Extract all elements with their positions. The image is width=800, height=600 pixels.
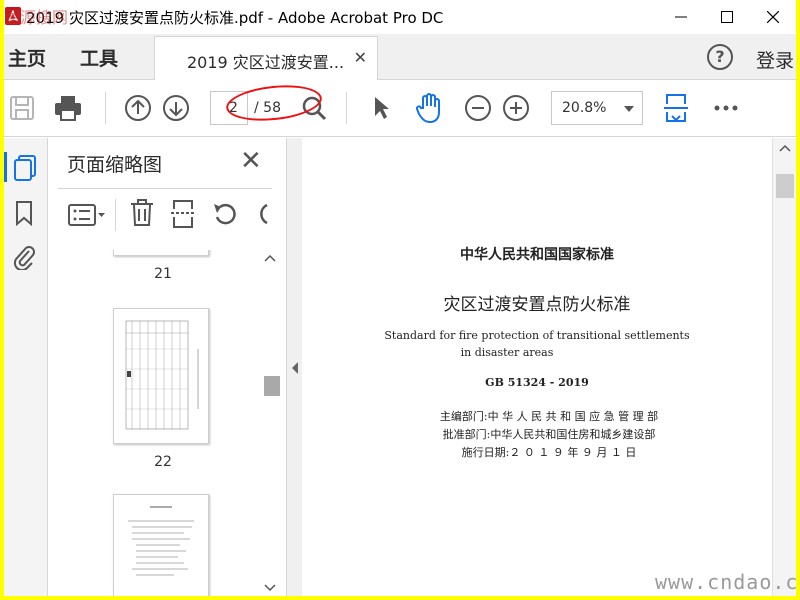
minimize-icon — [675, 16, 687, 18]
window-title: 2019 灾区过渡安置点防火标准.pdf - Adobe Acrobat Pro… — [26, 9, 444, 27]
pdf-page: 中华人民共和国国家标准 灾区过渡安置点防火标准 Standard for fir… — [302, 138, 772, 596]
panel-divider — [115, 199, 116, 231]
zoom-out-icon — [465, 95, 491, 121]
next-page-button[interactable] — [160, 92, 192, 124]
hand-icon — [415, 93, 440, 124]
thumbnail-table-preview — [125, 320, 199, 430]
thumbnail-list[interactable]: 21 22 — [58, 250, 263, 596]
previous-page-button[interactable] — [122, 92, 154, 124]
zoom-value: 20.8% — [562, 100, 607, 116]
maximize-icon — [721, 11, 733, 23]
bookmark-icon — [16, 201, 32, 227]
active-indicator — [4, 152, 7, 182]
printer-icon — [55, 96, 81, 121]
page-thumbnails-icon — [14, 155, 36, 181]
select-tool-button[interactable] — [366, 92, 398, 124]
panel-title: 页面缩略图 — [67, 154, 163, 176]
chevron-left-icon — [292, 362, 298, 374]
minimize-button[interactable] — [658, 0, 704, 34]
zoom-in-button[interactable] — [500, 92, 532, 124]
doc-effective-date: 施行日期:２ ０ １ ９ 年 ９ 月 １ 日 — [461, 446, 637, 459]
chevron-down-icon — [624, 106, 634, 112]
page-thumbnail[interactable] — [113, 494, 209, 596]
hand-tool-button[interactable] — [414, 92, 446, 124]
doc-title: 灾区过渡安置点防火标准 — [443, 295, 631, 315]
close-icon — [767, 11, 779, 23]
document-tab-label: 2019 灾区过渡安置... — [187, 53, 345, 72]
page-number-label: 22 — [154, 454, 172, 470]
panel-close-icon[interactable]: ✕ — [240, 146, 262, 176]
panel-toolbar — [58, 188, 272, 240]
help-icon[interactable]: ? — [707, 44, 733, 70]
panel-collapse-handle[interactable] — [287, 138, 302, 596]
maximize-button[interactable] — [704, 0, 750, 34]
scroll-up-icon[interactable] — [779, 144, 791, 152]
toolbar-divider — [346, 92, 347, 124]
menu-tools[interactable]: 工具 — [80, 44, 118, 71]
thumbnails-panel: 页面缩略图 ✕ 21 22 — [48, 138, 287, 596]
print-button[interactable] — [52, 92, 84, 124]
tab-close-icon[interactable]: ✕ — [354, 48, 367, 67]
delete-pages-button[interactable] — [130, 199, 154, 231]
cursor-arrow-icon — [375, 97, 389, 119]
menu-home[interactable]: 主页 — [8, 44, 46, 71]
document-view[interactable]: 中华人民共和国国家标准 灾区过渡安置点防火标准 Standard for fir… — [302, 138, 772, 596]
document-scrollbar[interactable] — [772, 138, 796, 596]
rotate-ccw-icon — [214, 203, 236, 225]
fit-page-icon — [664, 94, 688, 122]
acrobat-window: 2019 灾区过渡安置点防火标准.pdf - Adobe Acrobat Pro… — [4, 0, 796, 596]
more-icon — [714, 105, 738, 111]
scroll-down-icon[interactable] — [264, 584, 276, 592]
panel-scroll-thumb[interactable] — [264, 376, 280, 396]
options-menu-icon — [68, 204, 105, 226]
page-fit-button[interactable] — [660, 92, 692, 124]
document-tab[interactable]: 2019 灾区过渡安置... ✕ — [154, 36, 378, 80]
title-bar: 2019 灾区过渡安置点防火标准.pdf - Adobe Acrobat Pro… — [4, 0, 796, 34]
doc-standard-code: GB 51324 - 2019 — [485, 376, 589, 389]
tab-bar: 主页 工具 2019 灾区过渡安置... ✕ ? 登录 — [4, 34, 796, 80]
document-scroll-thumb[interactable] — [776, 174, 794, 198]
toolbar: 2 / 58 20.8% — [4, 80, 796, 137]
paperclip-icon — [13, 246, 35, 272]
page-thumbnail[interactable] — [113, 250, 209, 256]
more-tools-button[interactable] — [710, 92, 742, 124]
close-window-button[interactable] — [750, 0, 796, 34]
watermark-site: www.cndao.com — [655, 570, 800, 594]
doc-approval-department: 批准部门:中华人民共和国住房和城乡建设部 — [442, 428, 656, 441]
toolbar-divider — [105, 92, 106, 124]
page-thumbnail[interactable] — [113, 308, 209, 444]
page-number-label: 21 — [154, 266, 172, 282]
thumbnail-text-preview — [128, 506, 194, 576]
arrow-up-circle-icon — [125, 95, 151, 121]
doc-english-title-line2: in disaster areas — [460, 346, 554, 359]
watermark-logo: 图源搜网 — [4, 8, 69, 27]
doc-english-title-line1: Standard for fire protection of transiti… — [384, 329, 690, 342]
arrow-down-circle-icon — [163, 95, 189, 121]
page-thumbnails-button[interactable] — [12, 154, 38, 186]
trash-icon — [131, 199, 153, 226]
split-pages-button[interactable] — [170, 199, 196, 233]
scroll-up-icon[interactable] — [264, 254, 276, 262]
split-page-icon — [171, 200, 195, 228]
zoom-in-icon — [503, 95, 529, 121]
save-icon — [10, 96, 34, 120]
save-button[interactable] — [6, 92, 38, 124]
login-button[interactable]: 登录 — [756, 46, 794, 73]
bookmarks-button[interactable] — [13, 200, 35, 230]
doc-chief-department: 主编部门:中 华 人 民 共 和 国 应 急 管 理 部 — [439, 410, 659, 423]
zoom-out-button[interactable] — [462, 92, 494, 124]
doc-national-standard: 中华人民共和国国家标准 — [460, 247, 614, 263]
thumbnail-options-button[interactable] — [68, 203, 106, 231]
navigation-rail — [4, 138, 48, 596]
panel-scrollbar[interactable] — [260, 250, 280, 596]
rotate-cw-icon — [260, 203, 268, 225]
attachments-button[interactable] — [12, 242, 36, 274]
zoom-select[interactable]: 20.8% — [551, 91, 643, 125]
rotate-left-button[interactable] — [212, 201, 240, 231]
rotate-right-button[interactable] — [258, 203, 268, 229]
